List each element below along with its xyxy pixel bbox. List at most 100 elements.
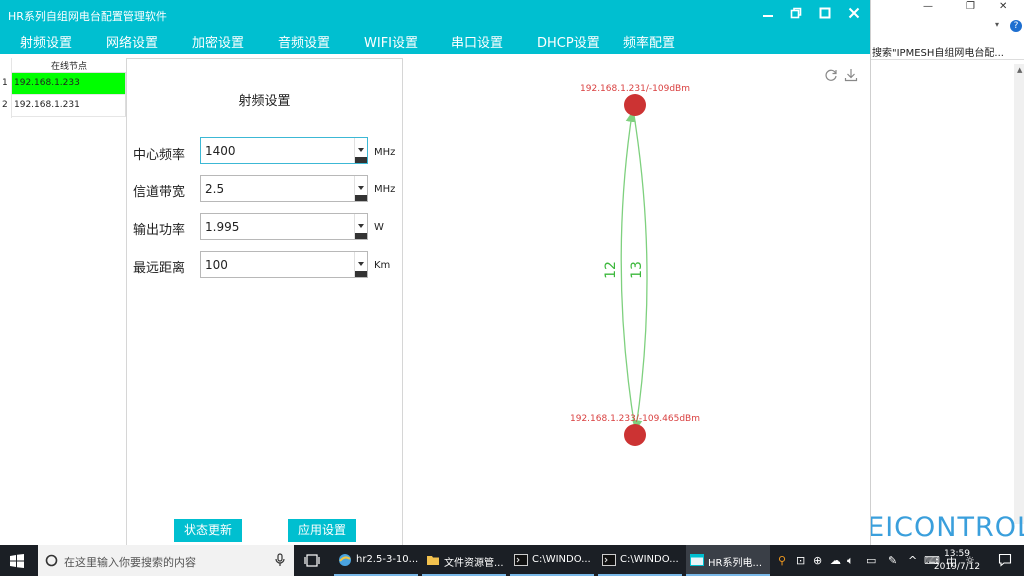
output-power-select[interactable]: 1.995 bbox=[200, 213, 368, 240]
chevron-down-icon[interactable] bbox=[354, 138, 367, 163]
channel-bandwidth-label: 信道带宽 bbox=[133, 185, 186, 200]
taskbar-item-label: 文件资源管... bbox=[444, 558, 504, 569]
up-arrow-icon[interactable]: ^ bbox=[908, 554, 917, 567]
scroll-up-icon[interactable]: ▲ bbox=[1017, 66, 1022, 74]
taskbar-search-box[interactable]: 在这里输入你要搜索的内容 bbox=[38, 545, 294, 576]
tab-encryption-settings[interactable]: 加密设置 bbox=[192, 32, 244, 51]
background-browser-window: — ❐ ✕ ? ▾ 搜索"IPMESH自组网电台配... ▲ SEICONTRO… bbox=[870, 0, 1024, 545]
node-label-bottom: 192.168.1.233/-109.465dBm bbox=[570, 414, 700, 424]
taskbar-item-label: HR系列电... bbox=[708, 558, 763, 569]
app-window: HR系列自组网电台配置管理软件 射频设置 网络设置 加密设置 音频设置 WIFI… bbox=[0, 0, 870, 545]
close-button[interactable] bbox=[843, 5, 865, 25]
clock-date: 2019/7/12 bbox=[933, 562, 981, 572]
taskbar-item-label: C:\WINDO... bbox=[532, 554, 591, 565]
brand-watermark: SEICONTROL bbox=[871, 512, 1024, 543]
browser-search-text[interactable]: 搜索"IPMESH自组网电台配... bbox=[871, 40, 1024, 60]
taskbar-item[interactable]: C:\WINDO... bbox=[598, 545, 682, 576]
minimize-button[interactable] bbox=[757, 5, 779, 25]
node-row-ip: 192.168.1.231 bbox=[12, 95, 126, 117]
taskbar-item-active[interactable]: HR系列电... bbox=[686, 545, 770, 576]
rf-settings-panel: 射频设置 中心频率 1400 MHz 信道带宽 2.5 MHz 输出功率 1.9… bbox=[126, 58, 403, 545]
menu-bar: 射频设置 网络设置 加密设置 音频设置 WIFI设置 串口设置 DHCP设置 频… bbox=[0, 30, 870, 54]
brand-watermark-clip: SEICONTROL bbox=[871, 507, 1024, 545]
help-icon[interactable]: ? bbox=[1010, 20, 1022, 32]
chevron-down-icon[interactable] bbox=[354, 176, 367, 201]
topology-view: 12 13 192.168.1.231/-109dBm 192.168.1.23… bbox=[404, 58, 870, 545]
center-frequency-select[interactable]: 1400 bbox=[200, 137, 368, 164]
link-quality-right: 13 bbox=[629, 261, 645, 279]
browser-app-icon bbox=[339, 554, 351, 566]
tab-frequency-config[interactable]: 频率配置 bbox=[623, 32, 675, 51]
browser-minimize-icon[interactable]: — bbox=[923, 1, 933, 12]
clock-time: 13:59 bbox=[944, 549, 970, 559]
output-power-value: 1.995 bbox=[205, 220, 240, 234]
search-app-icon[interactable]: ⚲ bbox=[778, 554, 786, 567]
chevron-down-icon[interactable] bbox=[354, 214, 367, 239]
folder-icon bbox=[427, 556, 439, 565]
tab-audio-settings[interactable]: 音频设置 bbox=[278, 32, 330, 51]
network-icon[interactable]: ⊡ bbox=[796, 554, 805, 567]
volume-icon[interactable]: 🔈︎ bbox=[847, 554, 854, 568]
link-quality-left: 12 bbox=[603, 261, 619, 279]
node-row[interactable]: 1 192.168.1.233 bbox=[0, 73, 127, 95]
output-power-unit: W bbox=[374, 222, 384, 233]
taskbar-item[interactable]: C:\WINDO... bbox=[510, 545, 594, 576]
minimize-icon bbox=[763, 15, 773, 17]
center-frequency-value: 1400 bbox=[205, 144, 236, 158]
cloud-icon[interactable]: ☁ bbox=[830, 554, 841, 567]
restore-icon bbox=[790, 7, 802, 19]
channel-bandwidth-unit: MHz bbox=[374, 184, 396, 195]
taskbar-item-label: C:\WINDO... bbox=[620, 554, 679, 565]
node-row-index: 2 bbox=[2, 100, 8, 110]
clock[interactable]: 13:59 2019/7/12 bbox=[927, 548, 987, 574]
center-frequency-label: 中心频率 bbox=[133, 148, 186, 163]
browser-close-icon[interactable]: ✕ bbox=[999, 1, 1007, 12]
tab-network-settings[interactable]: 网络设置 bbox=[106, 32, 158, 51]
title-bar: HR系列自组网电台配置管理软件 bbox=[0, 0, 870, 30]
taskbar-item-label: hr2.5-3-10... bbox=[356, 554, 419, 565]
terminal-icon bbox=[514, 554, 528, 566]
taskbar: 在这里输入你要搜索的内容 hr2.5-3-10... 文件资源管... C:\W… bbox=[0, 545, 1024, 576]
taskbar-item[interactable]: hr2.5-3-10... bbox=[334, 545, 418, 576]
microphone-icon[interactable] bbox=[274, 553, 286, 567]
max-distance-unit: Km bbox=[374, 260, 391, 271]
browser-scrollbar[interactable] bbox=[1014, 64, 1024, 524]
node-label-top: 192.168.1.231/-109dBm bbox=[580, 84, 690, 94]
tab-serial-settings[interactable]: 串口设置 bbox=[451, 32, 503, 51]
channel-bandwidth-select[interactable]: 2.5 bbox=[200, 175, 368, 202]
terminal-icon bbox=[602, 554, 616, 566]
online-node-list: 在线节点 1 192.168.1.233 2 192.168.1.231 bbox=[0, 58, 127, 118]
close-icon bbox=[848, 7, 860, 19]
tab-rf-settings[interactable]: 射频设置 bbox=[20, 32, 72, 51]
node-circle-top[interactable] bbox=[624, 94, 646, 116]
browser-dropdown-icon[interactable]: ▾ bbox=[995, 20, 999, 29]
cortana-icon bbox=[45, 554, 58, 567]
max-distance-select[interactable]: 100 bbox=[200, 251, 368, 278]
tab-wifi-settings[interactable]: WIFI设置 bbox=[364, 32, 418, 51]
apply-settings-button[interactable]: 应用设置 bbox=[288, 519, 356, 542]
chevron-down-icon[interactable] bbox=[354, 252, 367, 277]
status-refresh-button[interactable]: 状态更新 bbox=[174, 519, 242, 542]
output-power-label: 输出功率 bbox=[133, 223, 186, 238]
channel-bandwidth-value: 2.5 bbox=[205, 182, 225, 196]
node-row[interactable]: 2 192.168.1.231 bbox=[0, 95, 127, 117]
windows-start-icon[interactable] bbox=[10, 554, 24, 568]
app-window-icon bbox=[690, 554, 704, 566]
browser-restore-icon[interactable]: ❐ bbox=[966, 1, 975, 12]
tray-app-icon[interactable]: ⊕ bbox=[813, 554, 822, 567]
pen-icon[interactable]: ✎ bbox=[888, 554, 897, 567]
notification-icon[interactable] bbox=[998, 553, 1012, 567]
tab-dhcp-settings[interactable]: DHCP设置 bbox=[537, 32, 600, 51]
battery-icon[interactable]: ▭ bbox=[866, 554, 876, 567]
node-list-header: 在线节点 bbox=[12, 59, 126, 73]
task-view-icon[interactable] bbox=[304, 554, 320, 567]
window-title: HR系列自组网电台配置管理软件 bbox=[8, 10, 167, 23]
taskbar-item[interactable]: 文件资源管... bbox=[422, 545, 506, 576]
topology-graph: 12 13 192.168.1.231/-109dBm 192.168.1.23… bbox=[570, 84, 700, 446]
restore-button[interactable] bbox=[785, 5, 807, 25]
node-row-index: 1 bbox=[2, 78, 8, 88]
max-distance-label: 最远距离 bbox=[133, 261, 186, 276]
node-circle-bottom[interactable] bbox=[624, 424, 646, 446]
maximize-button[interactable] bbox=[814, 5, 836, 25]
taskbar-search-placeholder: 在这里输入你要搜索的内容 bbox=[64, 556, 196, 569]
